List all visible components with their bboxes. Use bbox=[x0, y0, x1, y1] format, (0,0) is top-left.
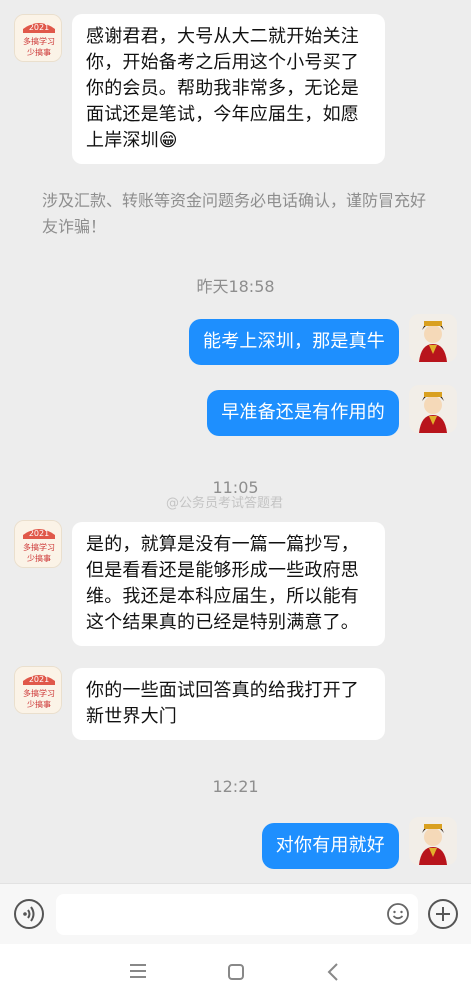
contact-avatar-image: 2021 多搞学习 少搞事 bbox=[15, 15, 61, 61]
plus-button[interactable] bbox=[428, 899, 458, 929]
self-avatar[interactable] bbox=[409, 817, 457, 865]
message-bubble-sent[interactable]: 能考上深圳，那是真牛 bbox=[189, 319, 399, 365]
self-avatar-image bbox=[409, 314, 457, 362]
message-bubble-received[interactable]: 感谢君君，大号从大二就开始关注你，开始备考之后用这个小号买了你的会员。帮助我非常… bbox=[72, 14, 385, 164]
home-square-icon[interactable] bbox=[227, 963, 245, 981]
message-input-bar bbox=[0, 883, 471, 944]
avatar-slogan-line2: 少搞事 bbox=[27, 47, 51, 57]
timestamp: 12:21 bbox=[212, 777, 259, 796]
voice-button[interactable] bbox=[14, 899, 44, 929]
contact-avatar-image: 2021 多搞学习 少搞事 bbox=[15, 521, 61, 567]
emoji-icon bbox=[387, 903, 409, 925]
system-nav-bar bbox=[0, 944, 471, 1000]
timestamp: 昨天18:58 bbox=[196, 277, 275, 296]
contact-avatar[interactable]: 2021 多搞学习 少搞事 bbox=[14, 14, 62, 62]
watermark: @公务员考试答题君 bbox=[166, 496, 284, 511]
message-bubble-sent[interactable]: 对你有用就好 bbox=[261, 823, 399, 869]
self-avatar[interactable] bbox=[409, 385, 457, 433]
chat-area: 2021 多搞学习 少搞事 感谢君君，大号从大二就开始关注你，开始备考之后用这个… bbox=[0, 0, 471, 883]
message-bubble-received[interactable]: 是的，就算是没有一篇一篇抄写，但是看看还是能够形成一些政府思维。我还是本科应届生… bbox=[72, 522, 385, 646]
self-avatar-image bbox=[409, 817, 457, 865]
avatar-year: 2021 bbox=[29, 675, 49, 684]
security-notice: 涉及汇款、转账等资金问题务必电话确认，谨防冒充好友诈骗！ bbox=[42, 191, 427, 236]
avatar-slogan-line1: 多搞学习 bbox=[23, 542, 55, 552]
message-bubble-received[interactable]: 你的一些面试回答真的给我打开了新世界大门 bbox=[72, 668, 385, 740]
voice-icon bbox=[23, 906, 35, 922]
emoji-button[interactable] bbox=[386, 902, 410, 926]
message-input[interactable] bbox=[56, 894, 418, 935]
avatar-year: 2021 bbox=[29, 23, 49, 32]
avatar-slogan-line2: 少搞事 bbox=[27, 553, 51, 563]
contact-avatar[interactable]: 2021 多搞学习 少搞事 bbox=[14, 520, 62, 568]
back-chevron-icon[interactable] bbox=[326, 962, 340, 982]
avatar-slogan-line1: 多搞学习 bbox=[23, 688, 55, 698]
plus-icon bbox=[436, 907, 450, 921]
menu-icon[interactable] bbox=[129, 963, 147, 979]
avatar-year: 2021 bbox=[29, 529, 49, 538]
contact-avatar[interactable]: 2021 多搞学习 少搞事 bbox=[14, 666, 62, 714]
self-avatar-image bbox=[409, 385, 457, 433]
self-avatar[interactable] bbox=[409, 314, 457, 362]
contact-avatar-image: 2021 多搞学习 少搞事 bbox=[15, 667, 61, 713]
avatar-slogan-line1: 多搞学习 bbox=[23, 36, 55, 46]
message-bubble-sent[interactable]: 早准备还是有作用的 bbox=[207, 390, 399, 436]
avatar-slogan-line2: 少搞事 bbox=[27, 699, 51, 709]
